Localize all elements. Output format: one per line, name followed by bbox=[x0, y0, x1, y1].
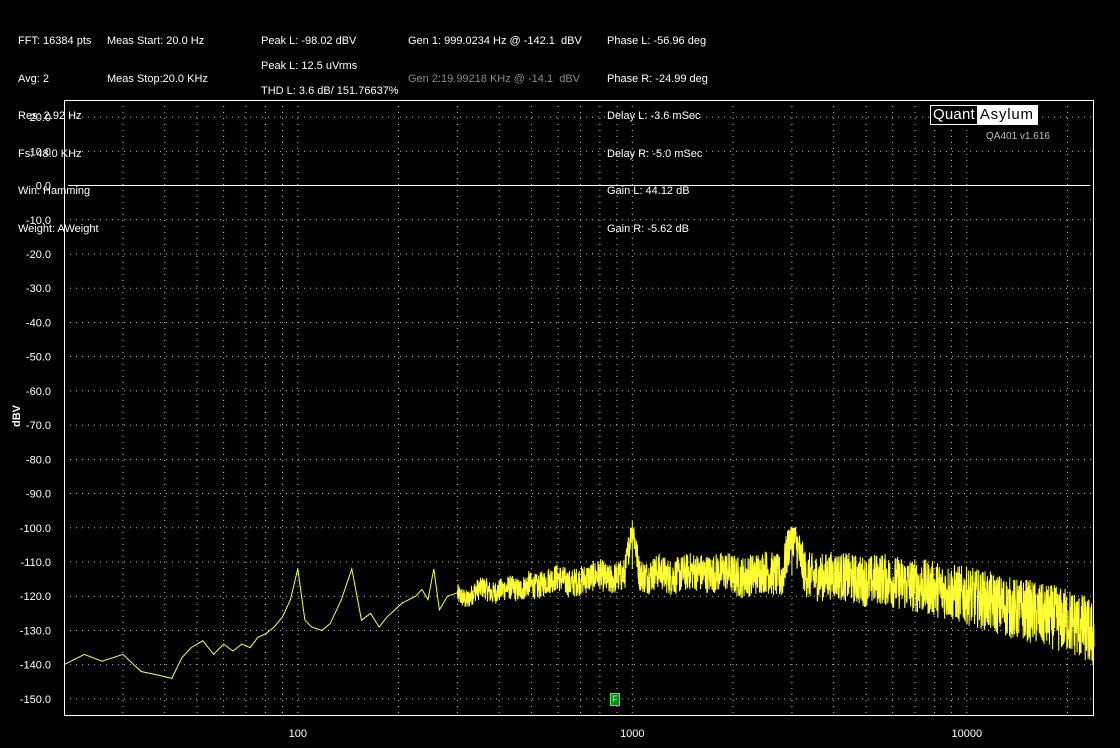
x-tick-label: 1000 bbox=[620, 728, 644, 740]
y-tick-label: 0.0 bbox=[36, 181, 51, 193]
y-tick-label: -30.0 bbox=[26, 283, 51, 295]
y-tick-label: -60.0 bbox=[26, 386, 51, 398]
logo-quant: Quant bbox=[931, 106, 977, 124]
x-tick-label: 10000 bbox=[952, 728, 983, 740]
x-tick-label: 100 bbox=[289, 728, 307, 740]
logo-asylum: Asylum bbox=[976, 106, 1037, 124]
y-tick-label: -130.0 bbox=[20, 625, 51, 637]
version-label: QA401 v1.616 bbox=[986, 131, 1050, 142]
plot-area-frame bbox=[64, 100, 1094, 716]
quantasylum-logo: Quant Asylum bbox=[930, 105, 1038, 125]
y-tick-label: -40.0 bbox=[26, 317, 51, 329]
y-tick-label: -70.0 bbox=[26, 420, 51, 432]
y-axis-label: dBV bbox=[11, 405, 23, 427]
frequency-marker[interactable]: F bbox=[610, 693, 620, 706]
y-tick-label: 20.0 bbox=[30, 112, 51, 124]
y-tick-label: -50.0 bbox=[26, 352, 51, 364]
y-tick-label: -150.0 bbox=[20, 694, 51, 706]
y-tick-label: -20.0 bbox=[26, 249, 51, 261]
y-tick-label: -90.0 bbox=[26, 489, 51, 501]
y-tick-label: -100.0 bbox=[20, 523, 51, 535]
y-tick-label: -110.0 bbox=[21, 557, 51, 569]
y-tick-label: -10.0 bbox=[26, 215, 51, 227]
y-tick-label: -120.0 bbox=[20, 591, 51, 603]
y-tick-label: -80.0 bbox=[26, 454, 51, 466]
y-tick-label: -140.0 bbox=[20, 660, 51, 672]
y-tick-label: 10.0 bbox=[30, 146, 51, 158]
